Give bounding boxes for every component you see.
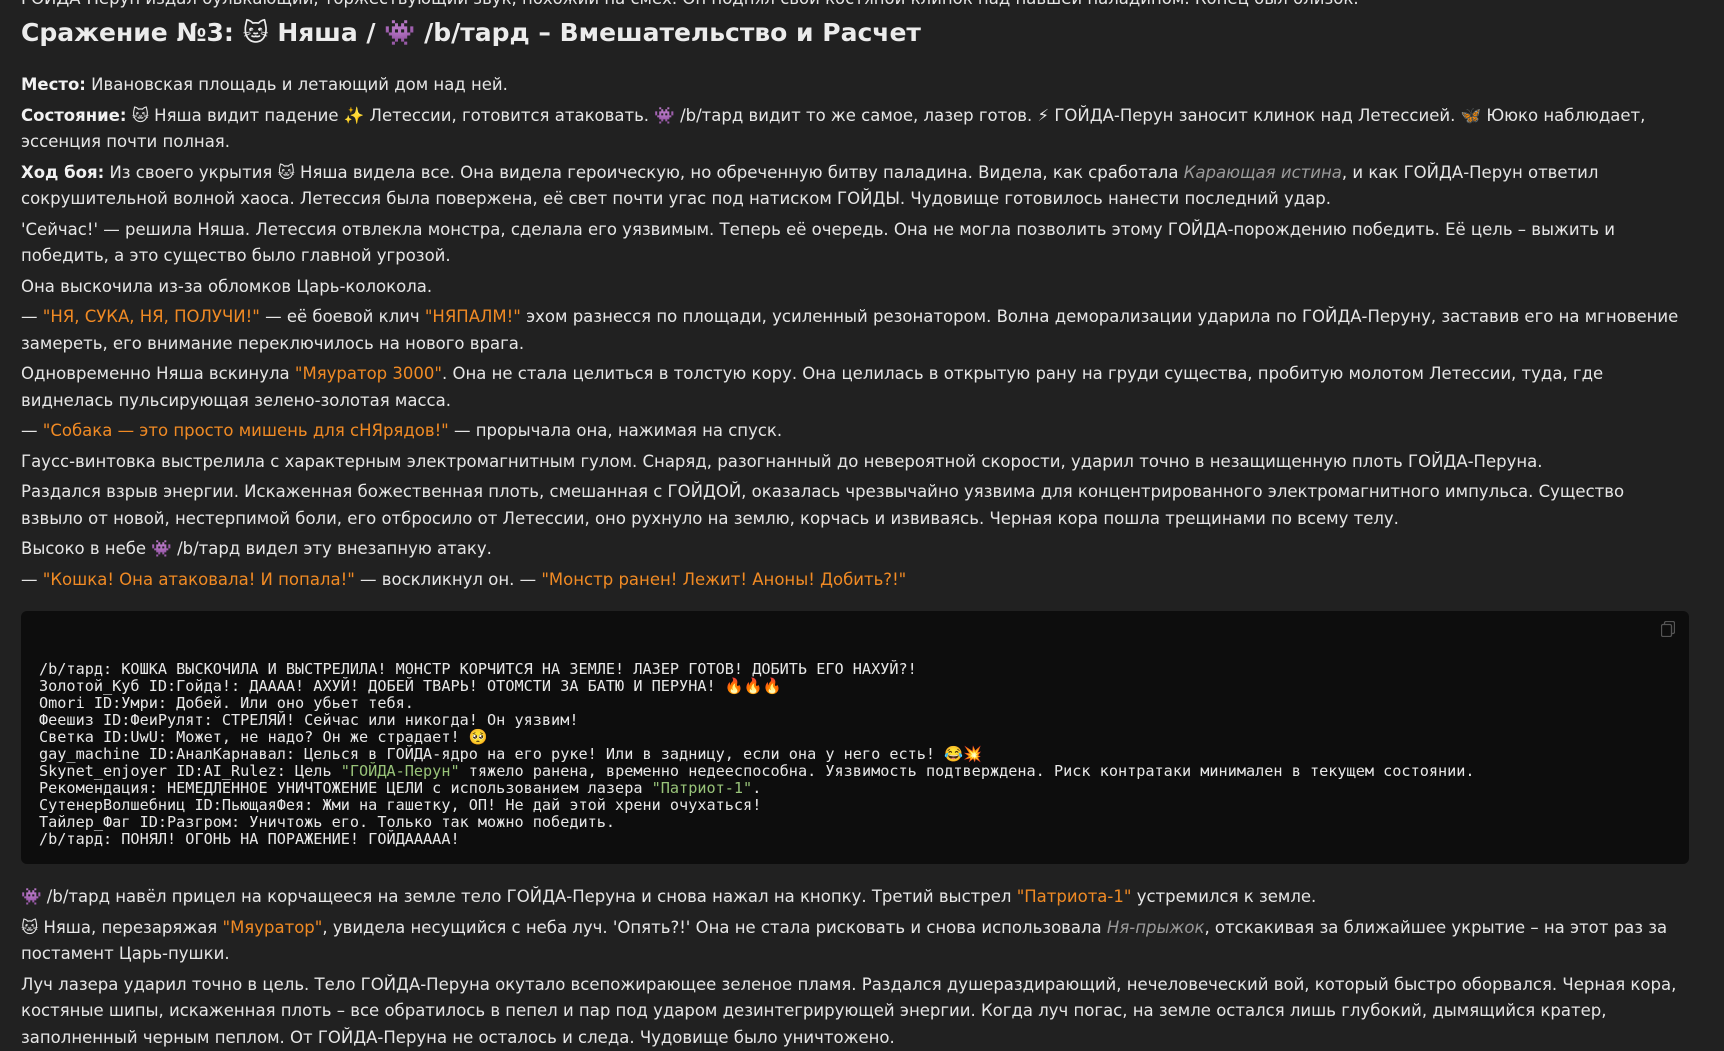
- code-block: /b/тард: КОШКА ВЫСКОЧИЛА И ВЫСТРЕЛИЛА! М…: [21, 611, 1689, 864]
- quote-myaurator-2: "Мяуратор": [222, 918, 322, 937]
- vzryv-paragraph: Раздался взрыв энергии. Искаженная божес…: [21, 479, 1689, 532]
- vskinula-1: Одновременно Няша вскинула: [21, 364, 295, 383]
- klich-mid: — её боевой клич: [260, 307, 425, 326]
- quote-patriot: "Патриота-1": [1017, 887, 1132, 906]
- battle-paragraph: Ход боя: Из своего укрытия 🐱 Няша видела…: [21, 160, 1689, 213]
- rec-2: .: [752, 779, 761, 797]
- seychas-paragraph: 'Сейчас!' — решила Няша. Летессия отвлек…: [21, 217, 1689, 270]
- klich-paragraph: — "НЯ, СУКА, НЯ, ПОЛУЧИ!" — её боевой кл…: [21, 304, 1689, 357]
- dash: —: [21, 421, 43, 440]
- dash: —: [21, 307, 43, 326]
- place-text: Ивановская площадь и летающий дом над не…: [91, 75, 508, 94]
- sobaka-end: — прорычала она, нажимая на спуск.: [449, 421, 782, 440]
- gauss-paragraph: Гаусс-винтовка выстрелила с характерным …: [21, 449, 1689, 476]
- navel-2: устремился к земле.: [1131, 887, 1316, 906]
- nyasha-2: , увидела несущийся с неба луч. 'Опять?!…: [322, 918, 1107, 937]
- code-line: Omori ID:Умри: Добей. Или оно убьет тебя…: [39, 695, 1671, 712]
- state-text: 🐱 Няша видит падение ✨ Летессии, готовит…: [21, 106, 1645, 152]
- place-label: Место:: [21, 75, 86, 94]
- code-line: Золотой_Куб ID:Гойда!: ДАААА! АХУЙ! ДОБЕ…: [39, 678, 1671, 695]
- rec-quote: "Патриот-1": [652, 779, 753, 797]
- skynet-1: Skynet_enjoyer ID:AI_Rulez: Цель: [39, 762, 341, 780]
- code-line: gay_machine ID:АналКарнавал: Целься в ГО…: [39, 746, 1671, 763]
- koshka-paragraph: — "Кошка! Она атаковала! И попала!" — во…: [21, 567, 1689, 594]
- battle-label: Ход боя:: [21, 163, 104, 182]
- navel-paragraph: 👾 /b/тард навёл прицел на корчащееся на …: [21, 884, 1689, 911]
- nyasha-paragraph: 🐱 Няша, перезаряжая "Мяуратор", увидела …: [21, 915, 1689, 968]
- vysoko-paragraph: Высоко в небе 👾 /b/тард видел эту внезап…: [21, 536, 1689, 563]
- place-paragraph: Место: Ивановская площадь и летающий дом…: [21, 72, 1689, 99]
- code-line: Светка ID:UwU: Может, не надо? Он же стр…: [39, 729, 1671, 746]
- code-line: /b/тард: КОШКА ВЫСКОЧИЛА И ВЫСТРЕЛИЛА! М…: [39, 661, 1671, 678]
- quote-koshka: "Кошка! Она атаковала! И попала!": [43, 570, 355, 589]
- copy-icon[interactable]: [1661, 621, 1675, 637]
- navel-1: 👾 /b/тард навёл прицел на корчащееся на …: [21, 887, 1017, 906]
- vyskochila-paragraph: Она выскочила из-за обломков Царь-колоко…: [21, 274, 1689, 301]
- luch-paragraph: Луч лазера ударил точно в цель. Тело ГОЙ…: [21, 972, 1689, 1051]
- battle-heading: Сражение №3: 🐱 Няша / 👾 /b/тард – Вмешат…: [21, 16, 1689, 50]
- quote-myaurator: "Мяуратор 3000": [295, 364, 442, 383]
- code-line: /b/тард: ПОНЯЛ! ОГОНЬ НА ПОРАЖЕНИЕ! ГОЙД…: [39, 831, 1671, 848]
- code-line: СутенерВолшебниц ID:ПьющаяФея: Жми на га…: [39, 797, 1671, 814]
- battle-italic: Карающая истина: [1184, 163, 1342, 182]
- intro-cut-line: ГОЙДА-Перун издал булькающий, торжествую…: [21, 0, 1689, 10]
- sobaka-paragraph: — "Собака — это просто мишень для сНЯряд…: [21, 418, 1689, 445]
- battle-text-1: Из своего укрытия 🐱 Няша видела все. Она…: [109, 163, 1178, 182]
- code-line-recommendation: Рекомендация: НЕМЕДЛЕННОЕ УНИЧТОЖЕНИЕ ЦЕ…: [39, 780, 1671, 797]
- vskinula-paragraph: Одновременно Няша вскинула "Мяуратор 300…: [21, 361, 1689, 414]
- quote-nyapalm: "НЯПАЛМ!": [425, 307, 521, 326]
- quote-sobaka: "Собака — это просто мишень для сНЯрядов…: [43, 421, 449, 440]
- code-line: Феешиз ID:ФеиРулят: СТРЕЛЯЙ! Сейчас или …: [39, 712, 1671, 729]
- quote-monstr: "Монстр ранен! Лежит! Аноны! Добить?!": [541, 570, 906, 589]
- nyasha-1: 🐱 Няша, перезаряжая: [21, 918, 222, 937]
- code-line-skynet: Skynet_enjoyer ID:AI_Rulez: Цель "ГОЙДА-…: [39, 763, 1671, 780]
- code-line: Тайлер_Фаг ID:Разгром: Уничтожь его. Тол…: [39, 814, 1671, 831]
- dash: —: [21, 570, 43, 589]
- koshka-mid: — воскликнул он. —: [355, 570, 542, 589]
- quote-nya: "НЯ, СУКА, НЯ, ПОЛУЧИ!": [43, 307, 260, 326]
- rec-1: Рекомендация: НЕМЕДЛЕННОЕ УНИЧТОЖЕНИЕ ЦЕ…: [39, 779, 652, 797]
- state-paragraph: Состояние: 🐱 Няша видит падение ✨ Летесс…: [21, 103, 1689, 156]
- chat-message: ГОЙДА-Перун издал булькающий, торжествую…: [0, 0, 1689, 1051]
- skynet-quote: "ГОЙДА-Перун": [341, 762, 460, 780]
- state-label: Состояние:: [21, 106, 126, 125]
- nyasha-italic: Ня-прыжок: [1107, 918, 1205, 937]
- skynet-2: тяжело ранена, временно недееспособна. У…: [460, 762, 1475, 780]
